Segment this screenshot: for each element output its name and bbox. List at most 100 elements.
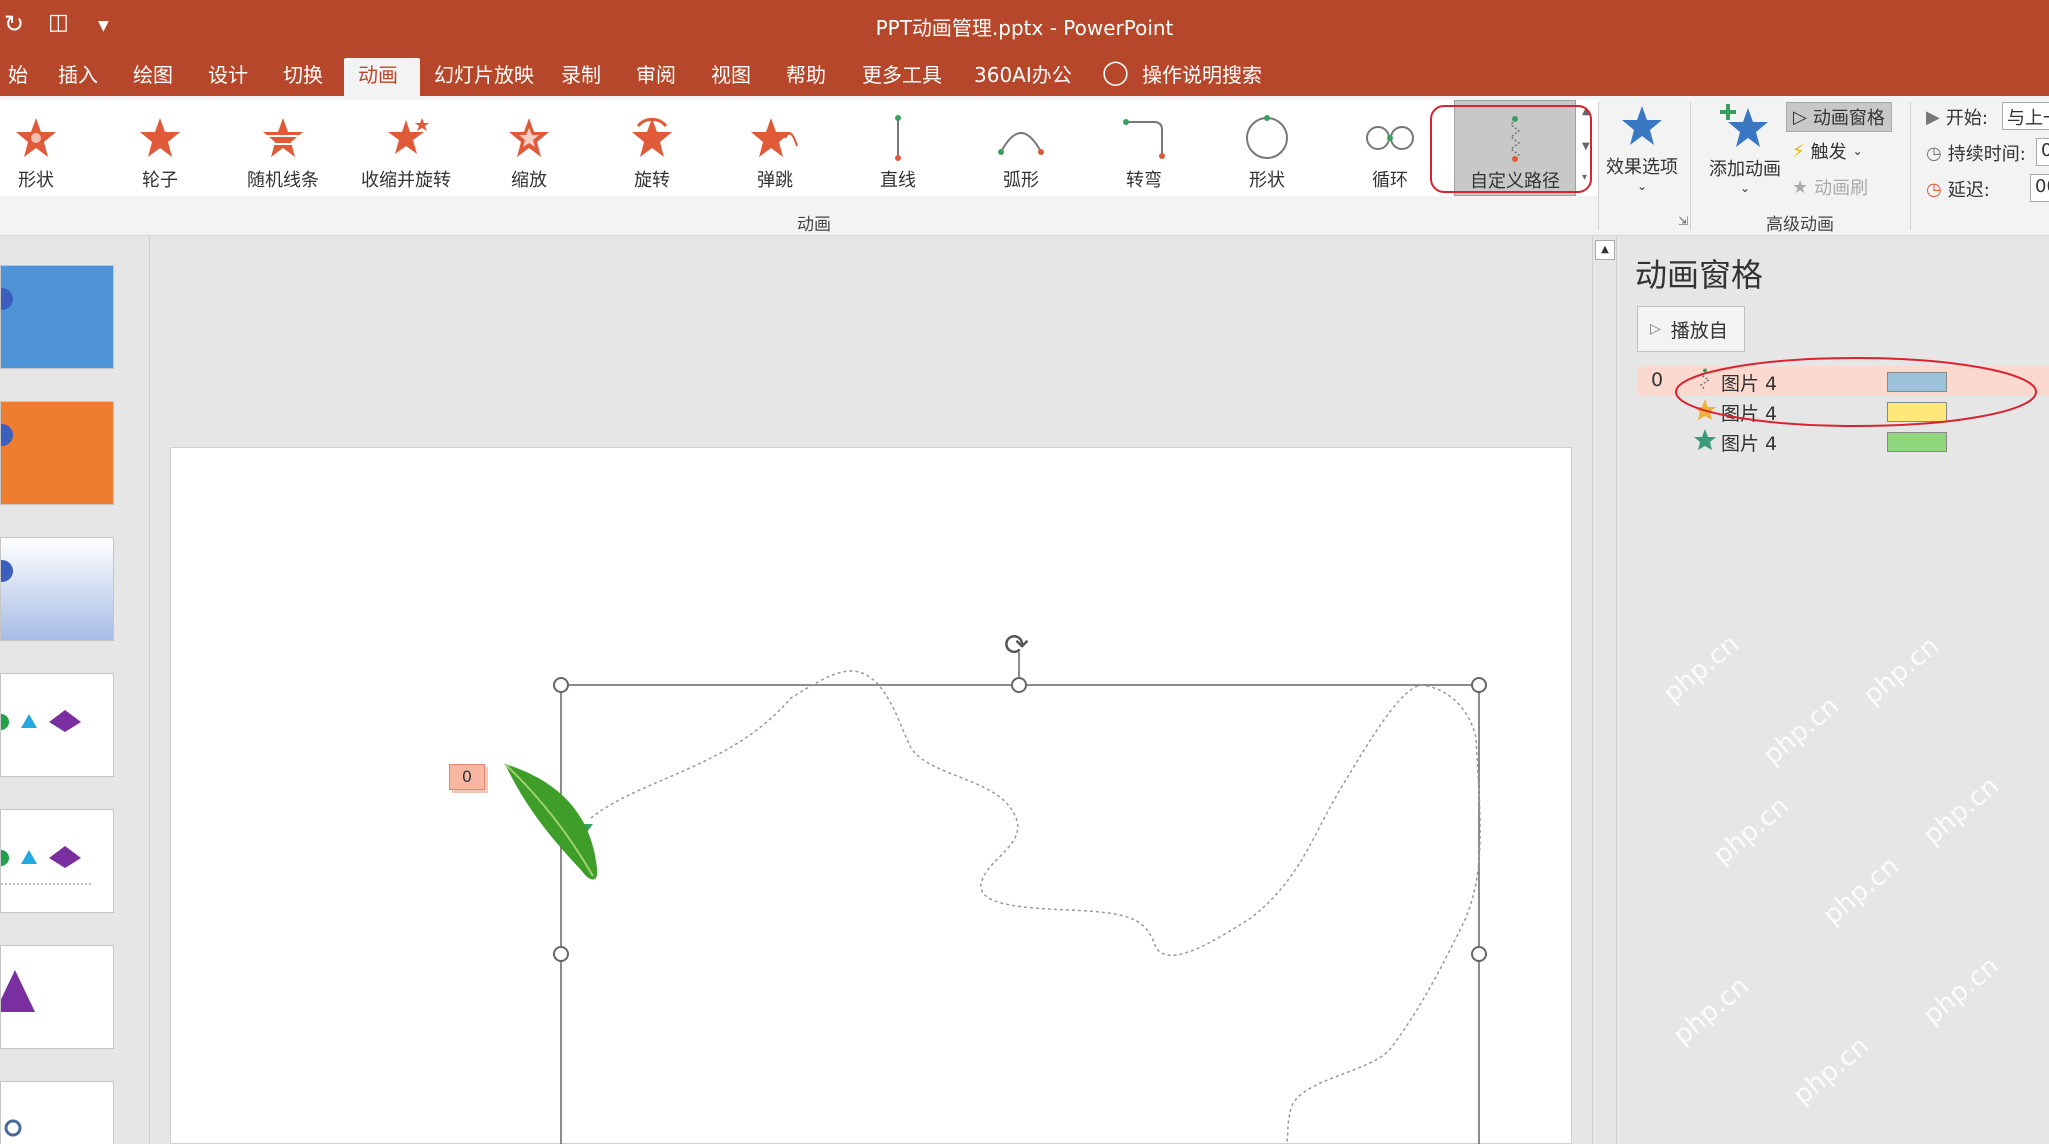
- delay-label: ◷ 延迟:: [1926, 176, 1990, 202]
- item-index: 0: [1651, 369, 1664, 391]
- effect-turns[interactable]: 转弯: [1089, 100, 1199, 196]
- watermark: php.cn: [1817, 851, 1905, 931]
- effect-shrink-turn[interactable]: 收缩并旋转: [351, 100, 461, 196]
- tab-animations[interactable]: 动画: [344, 58, 420, 96]
- star-burst-icon: [0, 114, 91, 162]
- slide-canvas[interactable]: ⟳ 0: [170, 447, 1572, 1144]
- tab-slideshow[interactable]: 幻灯片放映: [420, 58, 548, 96]
- slide-thumbnail[interactable]: [0, 945, 114, 1049]
- ribbon-tabs: 始 插入 绘图 设计 切换 动画 幻灯片放映 录制 审阅 视图 帮助 更多工具 …: [0, 50, 2049, 96]
- thumb-shapes: [1, 970, 35, 1012]
- effect-wheel[interactable]: 轮子: [105, 100, 215, 196]
- thumb-shape: [1, 424, 13, 446]
- delay-clock-icon: ◷: [1926, 178, 1942, 200]
- animation-order-tag[interactable]: 0: [449, 764, 485, 790]
- chevron-down-icon: ⌄: [1636, 179, 1648, 193]
- delay-input[interactable]: 00: [2030, 174, 2049, 202]
- play-triangle-icon: ▶: [1926, 106, 1940, 128]
- effect-random-bars[interactable]: 随机线条: [228, 100, 338, 196]
- animation-gallery: 形状 轮子 随机线条 收缩并旋转 缩放 旋转 弹跳 直线 弧形 转弯 形状 循环…: [0, 100, 1598, 196]
- duration-label: ◷ 持续时间:: [1926, 140, 2026, 166]
- tab-record[interactable]: 录制: [547, 58, 615, 96]
- effect-bounce[interactable]: 弹跳: [720, 100, 830, 196]
- loop-path-icon: [1335, 114, 1445, 162]
- effect-label: 缩放: [511, 170, 547, 191]
- separator: [1690, 102, 1691, 230]
- effect-label: 旋转: [634, 170, 670, 191]
- resize-handle[interactable]: [553, 946, 569, 962]
- tab-transitions[interactable]: 切换: [269, 58, 337, 96]
- duration-input[interactable]: 0: [2036, 138, 2049, 166]
- lightbulb-icon: ◯: [1102, 58, 1129, 86]
- watermark: php.cn: [1917, 771, 2005, 851]
- tab-view[interactable]: 视图: [697, 58, 765, 96]
- tab-help[interactable]: 帮助: [772, 58, 840, 96]
- tab-home[interactable]: 始: [0, 58, 42, 96]
- group-label-animation: 动画: [797, 215, 831, 235]
- effect-arcs[interactable]: 弧形: [966, 100, 1076, 196]
- animation-pane: 动画窗格 ▷ 播放自 0 图片 4 图片 4 图片 4 php.cn php.c…: [1616, 236, 2049, 1144]
- add-animation-button[interactable]: 添加动画 ⌄: [1700, 104, 1790, 195]
- scroll-up-icon[interactable]: ▲: [1595, 240, 1615, 260]
- vertical-scrollbar[interactable]: ▲: [1592, 236, 1616, 1144]
- effect-label: 收缩并旋转: [361, 170, 451, 191]
- separator: [1910, 102, 1911, 230]
- effect-lines[interactable]: 直线: [843, 100, 953, 196]
- tab-insert[interactable]: 插入: [44, 58, 112, 96]
- animation-painter-button[interactable]: ★ 动画刷: [1792, 174, 1868, 200]
- tab-360ai[interactable]: 360AI办公: [960, 58, 1086, 96]
- watermark: php.cn: [1857, 631, 1945, 711]
- effect-label: 形状: [1249, 170, 1285, 191]
- tab-design[interactable]: 设计: [194, 58, 262, 96]
- slide-thumbnail[interactable]: [0, 537, 114, 641]
- animation-pane-button[interactable]: ▷ 动画窗格: [1786, 102, 1892, 132]
- effect-label: 循环: [1372, 170, 1408, 191]
- line-path-icon: [843, 114, 953, 162]
- effect-label: 形状: [18, 170, 54, 191]
- watermark: php.cn: [1707, 791, 1795, 871]
- effect-options-button[interactable]: 效果选项 ⌄: [1602, 104, 1682, 193]
- add-animation-label: 添加动画: [1709, 159, 1781, 180]
- painter-star-icon: ★: [1792, 176, 1809, 198]
- slide-thumbnail[interactable]: [0, 401, 114, 505]
- effect-label: 轮子: [142, 170, 178, 191]
- rotate-handle-icon[interactable]: ⟳: [1004, 628, 1029, 663]
- thumb-shape: [1, 560, 13, 582]
- trigger-button[interactable]: ⚡ 触发 ⌄: [1792, 138, 1863, 164]
- chevron-down-icon: ⌄: [1739, 181, 1751, 195]
- resize-handle[interactable]: [1471, 946, 1487, 962]
- effect-label: 弹跳: [757, 170, 793, 191]
- star-wheel-icon: [105, 114, 215, 162]
- thumb-shapes: [1, 710, 81, 732]
- leaf-image[interactable]: [501, 758, 611, 888]
- ribbon: 形状 轮子 随机线条 收缩并旋转 缩放 旋转 弹跳 直线 弧形 转弯 形状 循环…: [0, 96, 2049, 236]
- play-from-button[interactable]: ▷ 播放自: [1637, 306, 1745, 352]
- effect-loops[interactable]: 循环: [1335, 100, 1445, 196]
- resize-handle[interactable]: [1471, 677, 1487, 693]
- effect-shapes-path[interactable]: 形状: [1212, 100, 1322, 196]
- effect-spin[interactable]: 旋转: [597, 100, 707, 196]
- tell-me-search[interactable]: 操作说明搜索: [1128, 58, 1276, 96]
- effect-label: 弧形: [1003, 170, 1039, 191]
- effect-zoom[interactable]: 缩放: [474, 100, 584, 196]
- start-label-text: 开始:: [1945, 108, 1988, 129]
- effect-shape[interactable]: 形状: [0, 100, 91, 196]
- dialog-launcher-icon[interactable]: ⇲: [1678, 214, 1688, 228]
- star-lines-icon: [228, 114, 338, 162]
- slide-thumbnails: [0, 236, 150, 1144]
- tab-review[interactable]: 审阅: [622, 58, 690, 96]
- resize-handle[interactable]: [1011, 677, 1027, 693]
- trigger-label: 触发: [1810, 142, 1847, 163]
- watermark: php.cn: [1667, 971, 1755, 1051]
- start-select[interactable]: 与上一: [2002, 102, 2049, 130]
- slide-thumbnail[interactable]: [0, 265, 114, 369]
- watermark: php.cn: [1787, 1031, 1875, 1111]
- play-icon: ▷: [1650, 321, 1661, 337]
- slide-thumbnail[interactable]: [0, 809, 114, 913]
- resize-handle[interactable]: [553, 677, 569, 693]
- tab-draw[interactable]: 绘图: [119, 58, 187, 96]
- slide-thumbnail[interactable]: [0, 673, 114, 777]
- tab-more-tools[interactable]: 更多工具: [848, 58, 956, 96]
- blue-star-icon: [1622, 106, 1662, 145]
- slide-thumbnail[interactable]: [0, 1081, 114, 1144]
